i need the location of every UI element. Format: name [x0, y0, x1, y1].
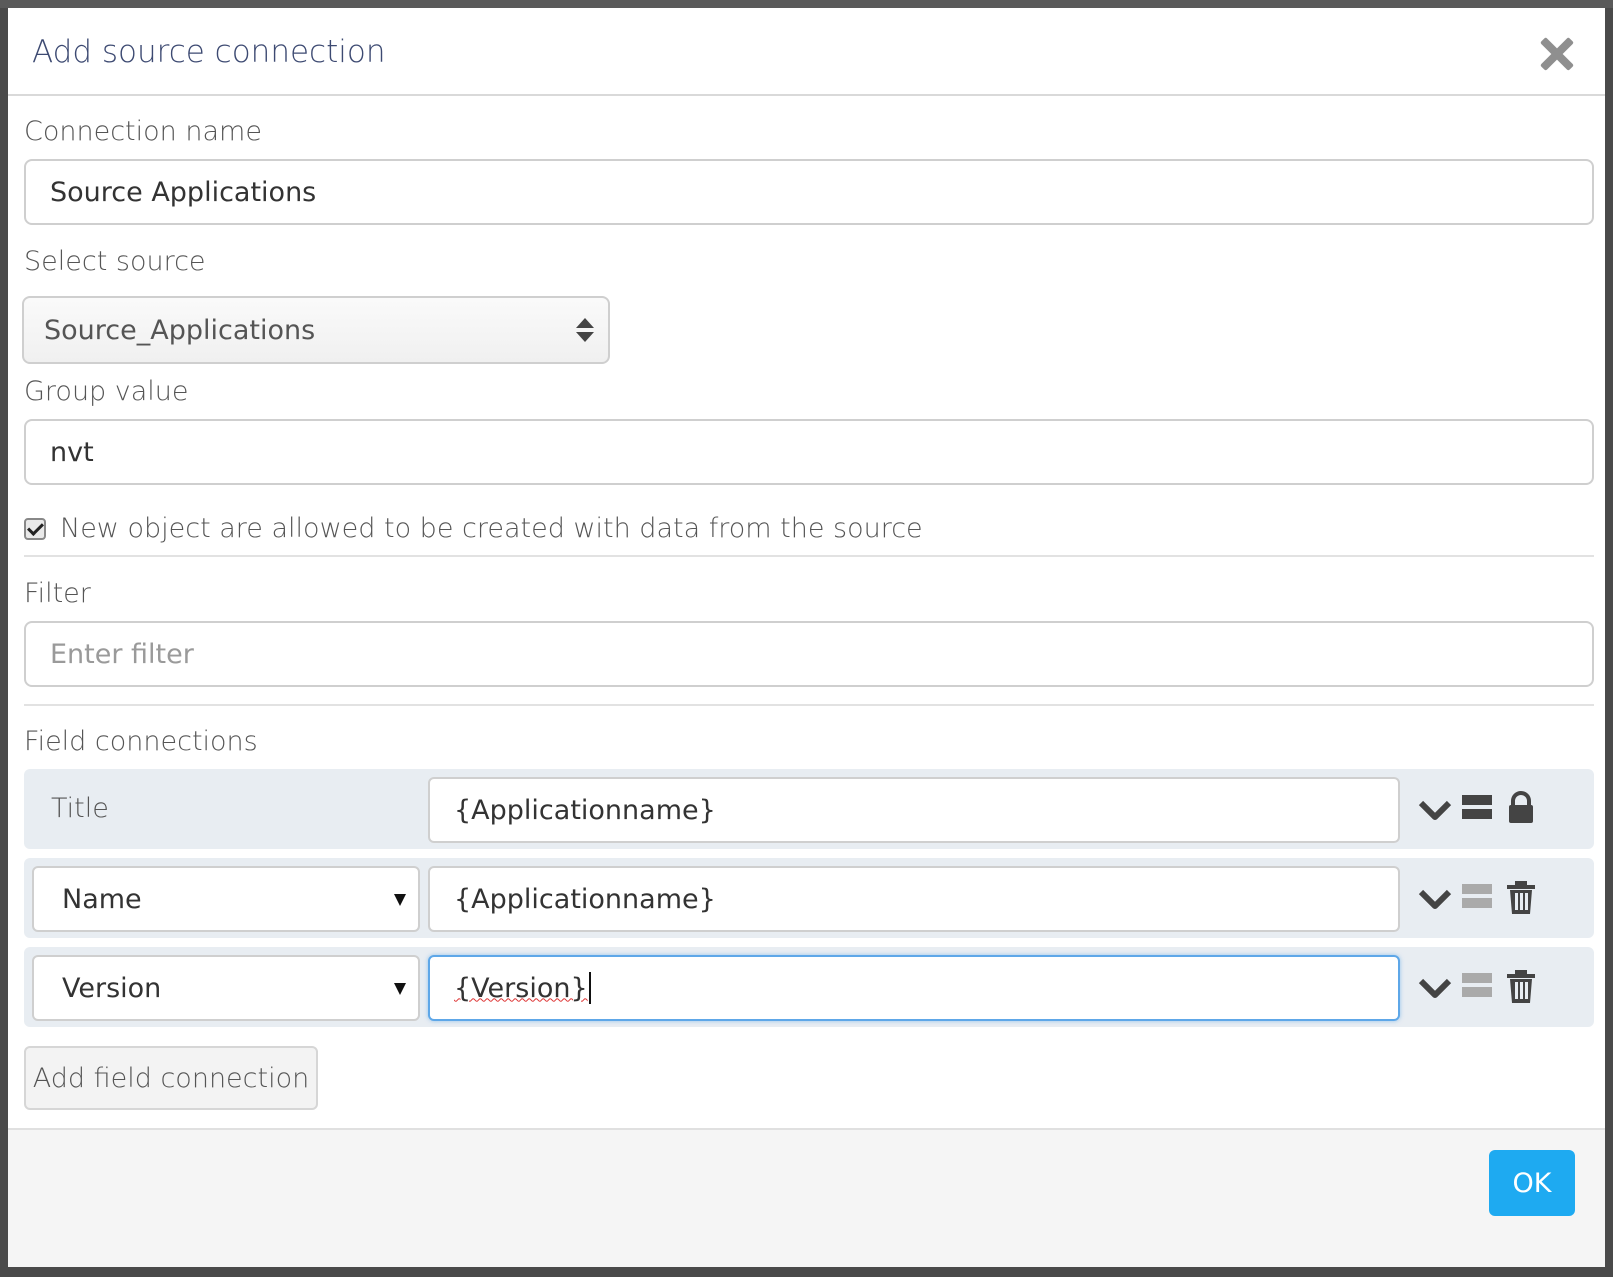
connection-name-input[interactable]: Source Applications [24, 159, 1594, 225]
field-value-text: {Version} [454, 972, 588, 1004]
close-icon[interactable] [1539, 36, 1575, 72]
allow-new-objects-label: New object are allowed to be created wit… [60, 513, 923, 544]
group-value-value: nvt [50, 436, 94, 468]
allow-new-objects-row: New object are allowed to be created wit… [24, 513, 923, 544]
caret-down-icon [394, 983, 406, 995]
sort-arrows-icon [576, 318, 594, 344]
dialog-title: Add source connection [32, 34, 386, 70]
field-name-value: Version [62, 972, 162, 1004]
field-name-value: Name [62, 883, 142, 915]
field-connection-row: Name {Applicationname} [24, 858, 1594, 938]
field-name-select[interactable]: Version [32, 955, 420, 1021]
field-value-input[interactable]: {Applicationname} [428, 866, 1400, 932]
field-value-text: {Applicationname} [454, 883, 716, 915]
field-value-input[interactable]: {Version} [428, 955, 1400, 1021]
filter-input[interactable]: Enter filter [24, 621, 1594, 687]
dialog-header: Add source connection [8, 8, 1605, 96]
backdrop [0, 0, 1613, 8]
divider [24, 704, 1594, 706]
trash-icon[interactable] [1504, 969, 1538, 1005]
filter-label: Filter [24, 578, 91, 609]
allow-new-objects-checkbox[interactable] [24, 517, 46, 540]
field-value-input[interactable]: {Applicationname} [428, 777, 1400, 843]
select-source-value: Source_Applications [44, 314, 316, 346]
divider [24, 555, 1594, 557]
equals-icon[interactable] [1460, 880, 1494, 916]
field-name-static: Title [51, 793, 109, 824]
chevron-down-icon[interactable] [1418, 969, 1452, 1005]
connection-name-label: Connection name [24, 116, 262, 147]
caret-down-icon [394, 894, 406, 906]
connection-name-value: Source Applications [50, 176, 317, 208]
field-name-select[interactable]: Name [32, 866, 420, 932]
field-value-text: {Applicationname} [454, 794, 716, 826]
equals-icon[interactable] [1460, 791, 1494, 827]
select-source-dropdown[interactable]: Source_Applications [22, 296, 610, 364]
add-source-connection-dialog: Add source connection Connection name So… [8, 8, 1605, 1267]
lock-icon [1504, 791, 1538, 827]
add-field-connection-button[interactable]: Add field connection [24, 1046, 318, 1110]
field-connection-row: Version {Version} [24, 947, 1594, 1027]
field-connection-row: Title {Applicationname} [24, 769, 1594, 849]
select-source-label: Select source [24, 246, 206, 277]
text-cursor [588, 972, 591, 1004]
equals-icon[interactable] [1460, 969, 1494, 1005]
chevron-down-icon[interactable] [1418, 791, 1452, 827]
filter-placeholder: Enter filter [50, 638, 194, 670]
field-connections-label: Field connections [24, 726, 258, 757]
group-value-input[interactable]: nvt [24, 419, 1594, 485]
trash-icon[interactable] [1504, 880, 1538, 916]
ok-button[interactable]: OK [1489, 1150, 1575, 1216]
dialog-footer: OK [8, 1128, 1605, 1267]
group-value-label: Group value [24, 376, 189, 407]
chevron-down-icon[interactable] [1418, 880, 1452, 916]
